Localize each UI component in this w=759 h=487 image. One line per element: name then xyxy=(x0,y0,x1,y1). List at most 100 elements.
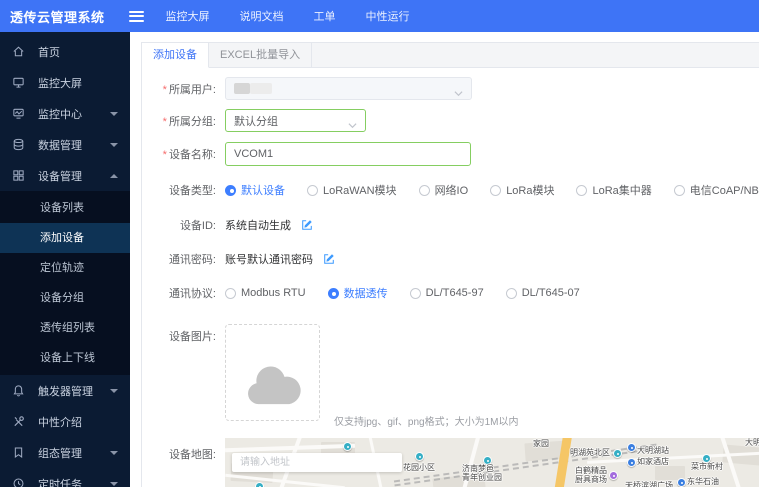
radio-dot-icon xyxy=(225,184,236,196)
device-image-label: 设备图片: xyxy=(168,331,216,343)
cloud-placeholder-icon xyxy=(247,366,301,405)
group-select[interactable]: 默认分组 xyxy=(225,109,366,132)
device-type-radio-lorawan-module[interactable]: LoRaWAN模块 xyxy=(307,182,397,198)
top-nav: 监控大屏 说明文档 工单 中性运行 xyxy=(166,8,410,24)
top-nav-docs[interactable]: 说明文档 xyxy=(240,8,284,24)
protocol-radio-dlt645-97[interactable]: DL/T645-97 xyxy=(409,287,484,299)
main-content: 添加设备 EXCEL批量导入 * 所属用户: * 所属分组: 默认分组 * 设备… xyxy=(130,32,759,487)
device-id-label: 设备ID: xyxy=(179,220,216,232)
sidebar-item-monitor-screen[interactable]: 监控大屏 xyxy=(0,67,130,98)
radio-label: LoRa模块 xyxy=(506,185,555,197)
device-image-row: 设备图片: xyxy=(142,324,320,421)
sidebar-item-monitor-center[interactable]: 监控中心 xyxy=(0,98,130,129)
chevron-down-icon xyxy=(110,388,118,393)
device-name-row: * 设备名称: xyxy=(142,142,471,166)
device-type-radio-lora-concentrator[interactable]: LoRa集中器 xyxy=(576,182,652,198)
device-type-row: 设备类型: 默认设备 LoRaWAN模块 网络IO LoRa模块 LoRa集中器 电信Co… xyxy=(142,182,759,198)
device-type-radio-network-io[interactable]: 网络IO xyxy=(418,182,469,198)
chevron-down-icon xyxy=(454,85,463,97)
radio-dot-icon xyxy=(307,184,318,196)
owner-select[interactable] xyxy=(225,77,472,100)
protocol-row: 通讯协议: Modbus RTU 数据透传 DL/T645-97 DL/T645-07 xyxy=(142,285,580,301)
sidebar-item-label: 数据管理 xyxy=(38,139,82,152)
database-icon xyxy=(12,138,26,152)
poi-marker xyxy=(613,449,622,458)
sidebar-item-scheduled-tasks[interactable]: 定时任务 xyxy=(0,468,130,487)
edit-icon[interactable] xyxy=(301,219,313,231)
add-device-form: * 所属用户: * 所属分组: 默认分组 * 设备名称: VCOM1 设备类型:… xyxy=(142,68,759,487)
map-poi-label: 白鹤精品 厨具商场 xyxy=(575,466,607,484)
map-address-search-input[interactable] xyxy=(232,453,402,472)
sidebar-item-trigger-management[interactable]: 触发器管理 xyxy=(0,375,130,406)
owner-label: * 所属用户: xyxy=(162,83,216,96)
hotel-marker xyxy=(627,458,636,467)
map-poi-label: 菜市新村 xyxy=(691,462,723,471)
sidebar-item-label: 中性介绍 xyxy=(38,416,82,429)
protocol-label: 通讯协议: xyxy=(168,288,216,300)
app-root: 透传云管理系统 监控大屏 说明文档 工单 中性运行 首页 监控大屏 监控中心 数据管理 设备管… xyxy=(0,0,759,487)
group-select-value: 默认分组 xyxy=(234,115,278,128)
radio-label: LoRaWAN模块 xyxy=(323,185,397,197)
chevron-up-icon xyxy=(110,173,118,178)
sidebar-item-add-device[interactable]: 添加设备 xyxy=(0,223,130,253)
radio-dot-icon xyxy=(673,184,685,196)
metro-station-marker xyxy=(627,443,636,452)
sidebar-item-neutral-intro[interactable]: 中性介绍 xyxy=(0,406,130,437)
protocol-radio-modbus-rtu[interactable]: Modbus RTU xyxy=(225,287,306,299)
top-nav-monitor-screen[interactable]: 监控大屏 xyxy=(166,8,210,24)
edit-icon[interactable] xyxy=(323,253,335,265)
radio-dot-icon xyxy=(505,287,517,299)
top-nav-neutral-run[interactable]: 中性运行 xyxy=(366,8,410,24)
tag-icon xyxy=(12,446,26,460)
device-type-radio-telecom-coap-nbiot[interactable]: 电信CoAP/NB-IoT xyxy=(673,182,759,198)
map-poi-label: 花园小区 xyxy=(403,463,435,472)
sidebar-submenu: 设备列表 添加设备 定位轨迹 设备分组 透传组列表 设备上下线 xyxy=(0,191,130,375)
protocol-radio-dlt645-07[interactable]: DL/T645-07 xyxy=(505,287,580,299)
map-poi-label: 济南梦邑 青年创业园 xyxy=(462,464,502,482)
comm-password-row: 通讯密码: 账号默认通讯密码 xyxy=(142,251,335,267)
device-map[interactable]: 花园小区 济南梦邑 青年创业园 家园 明湖苑北区 大明湖站 如家酒店 白鹤精品 厨具商场 菜市… xyxy=(225,438,759,487)
top-nav-work-order[interactable]: 工单 xyxy=(314,8,336,24)
sidebar-item-home[interactable]: 首页 xyxy=(0,36,130,67)
device-name-input[interactable] xyxy=(225,142,471,166)
sidebar-item-device-online-offline[interactable]: 设备上下线 xyxy=(0,343,130,373)
map-poi-label: 大明湖 xyxy=(745,438,759,447)
sidebar-item-data-management[interactable]: 数据管理 xyxy=(0,129,130,160)
chevron-down-icon xyxy=(110,450,118,455)
poi-marker xyxy=(677,478,686,487)
protocol-radio-data-passthrough[interactable]: 数据透传 xyxy=(327,285,388,301)
radio-label: 网络IO xyxy=(434,185,469,197)
radio-label: DL/T645-97 xyxy=(425,287,484,299)
device-type-radio-group: 默认设备 LoRaWAN模块 网络IO LoRa模块 LoRa集中器 电信CoAP/NB-… xyxy=(225,182,759,198)
chevron-down-icon xyxy=(110,142,118,147)
owner-row: * 所属用户: xyxy=(142,77,472,100)
sidebar-item-device-management[interactable]: 设备管理 xyxy=(0,160,130,191)
tab-add-device[interactable]: 添加设备 xyxy=(142,43,209,68)
sidebar-item-location-track[interactable]: 定位轨迹 xyxy=(0,253,130,283)
required-asterisk: * xyxy=(162,115,167,128)
group-row: * 所属分组: 默认分组 xyxy=(142,109,366,132)
chevron-down-icon xyxy=(348,117,357,129)
protocol-radio-group: Modbus RTU 数据透传 DL/T645-97 DL/T645-07 xyxy=(225,285,580,301)
sidebar-item-device-group[interactable]: 设备分组 xyxy=(0,283,130,313)
sidebar-item-passthrough-group-list[interactable]: 透传组列表 xyxy=(0,313,130,343)
radio-label: 默认设备 xyxy=(241,185,285,197)
top-header: 透传云管理系统 监控大屏 说明文档 工单 中性运行 xyxy=(0,0,759,32)
home-icon xyxy=(12,45,26,59)
map-poi-label: 如家酒店 xyxy=(637,457,669,466)
device-name-label: * 设备名称: xyxy=(162,149,216,161)
sidebar-bottom-menu: 触发器管理中性介绍组态管理 定时任务 xyxy=(0,375,130,487)
poi-marker xyxy=(343,442,352,451)
device-type-radio-lora-module[interactable]: LoRa模块 xyxy=(490,182,554,198)
menu-toggle-icon[interactable] xyxy=(128,10,144,22)
tab-excel-import[interactable]: EXCEL批量导入 xyxy=(209,43,313,68)
poi-marker xyxy=(415,452,424,461)
radio-label: DL/T645-07 xyxy=(521,287,580,299)
sidebar-item-device-list[interactable]: 设备列表 xyxy=(0,193,130,223)
device-map-row: 设备地图: 花园小区 济南梦邑 青年创业园 家园 明湖苑北区 大明湖站 如家酒店… xyxy=(142,438,759,487)
clock-icon xyxy=(12,477,26,487)
sidebar-item-configuration-management[interactable]: 组态管理 xyxy=(0,437,130,468)
device-type-radio-default-device[interactable]: 默认设备 xyxy=(225,182,285,198)
image-upload-box[interactable] xyxy=(225,324,320,421)
bigscreen-icon xyxy=(12,76,26,90)
